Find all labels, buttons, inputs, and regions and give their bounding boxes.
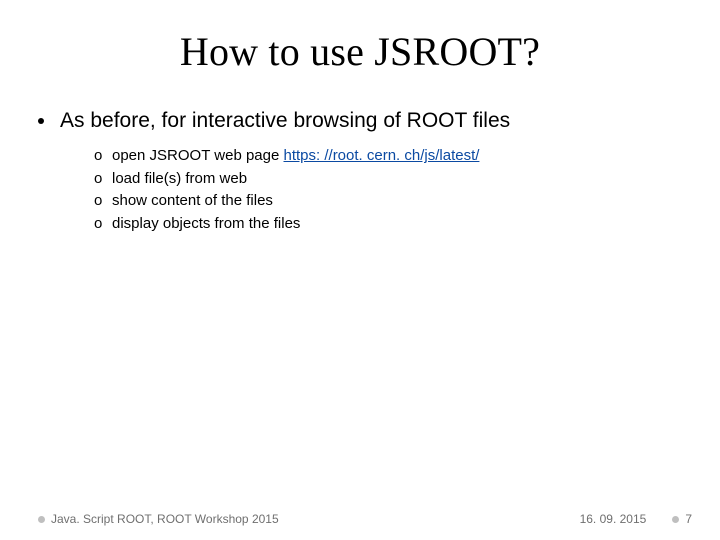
jsroot-link[interactable]: https: //root. cern. ch/js/latest/ — [284, 147, 480, 164]
list-item: o open JSROOT web page https: //root. ce… — [94, 145, 682, 168]
list-item: o show content of the files — [94, 190, 682, 213]
footer-page-chip: 7 — [672, 512, 692, 526]
bullet-o-icon: o — [94, 190, 112, 213]
footer-right: 16. 09. 2015 7 — [580, 512, 692, 526]
list-item-text: show content of the files — [112, 190, 682, 213]
footer-date-chip: 16. 09. 2015 — [580, 512, 647, 526]
footer-left-chip: Java. Script ROOT, ROOT Workshop 2015 — [38, 512, 279, 526]
slide-footer: Java. Script ROOT, ROOT Workshop 2015 16… — [0, 512, 720, 526]
bullet-level-1: As before, for interactive browsing of R… — [38, 107, 682, 135]
slide-title: How to use JSROOT? — [0, 0, 720, 75]
slide-body: As before, for interactive browsing of R… — [0, 75, 720, 235]
list-item: o display objects from the files — [94, 213, 682, 236]
bullet-o-icon: o — [94, 213, 112, 236]
list-item-text: open JSROOT web page https: //root. cern… — [112, 145, 682, 168]
footer-left-text: Java. Script ROOT, ROOT Workshop 2015 — [51, 512, 279, 526]
list-item: o load file(s) from web — [94, 168, 682, 191]
list-item-prefix: open JSROOT web page — [112, 147, 284, 164]
slide: How to use JSROOT? As before, for intera… — [0, 0, 720, 540]
footer-date: 16. 09. 2015 — [580, 512, 647, 526]
dot-icon — [38, 516, 45, 523]
dot-icon — [672, 516, 679, 523]
bullet-o-icon: o — [94, 168, 112, 191]
bullet-level-1-text: As before, for interactive browsing of R… — [60, 107, 510, 135]
bullet-o-icon: o — [94, 145, 112, 168]
list-item-text: load file(s) from web — [112, 168, 682, 191]
bullet-dot-icon — [38, 118, 44, 124]
footer-page-number: 7 — [685, 512, 692, 526]
sub-list: o open JSROOT web page https: //root. ce… — [38, 145, 682, 235]
footer-left: Java. Script ROOT, ROOT Workshop 2015 — [38, 512, 279, 526]
list-item-text: display objects from the files — [112, 213, 682, 236]
